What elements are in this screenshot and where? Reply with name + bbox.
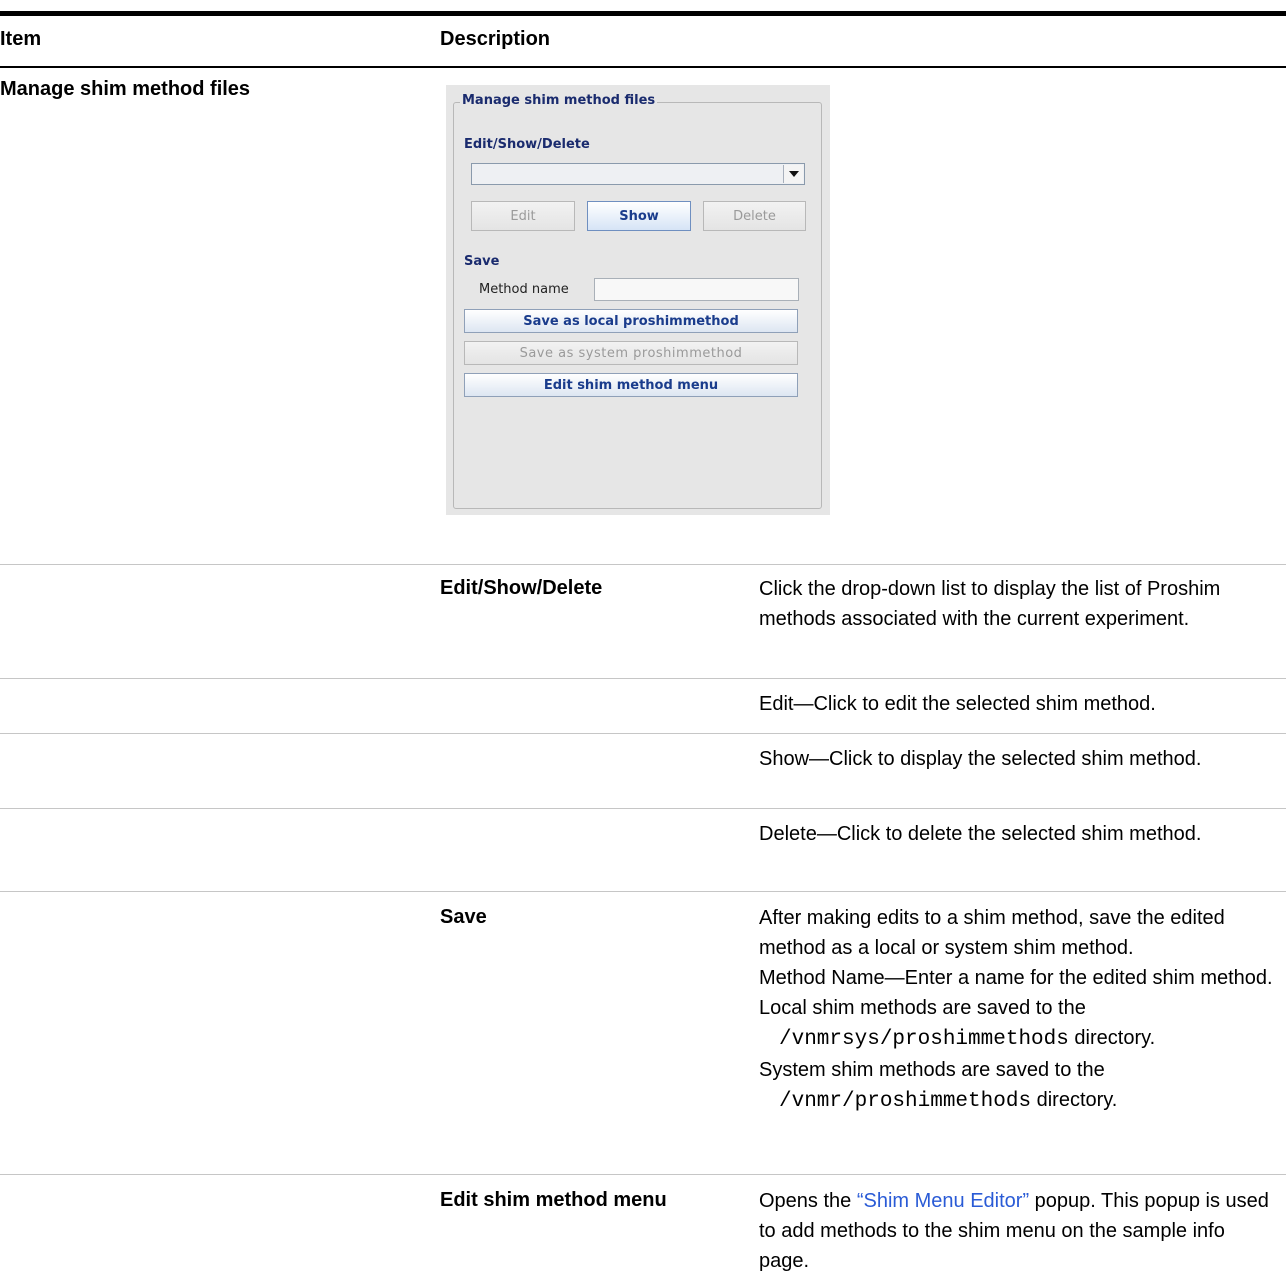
panel-fieldset: Edit/Show/Delete Edit Show Delete Save M…	[453, 102, 822, 509]
local-methods-desc: Local shim methods are saved to the	[759, 997, 1086, 1019]
edit-button[interactable]: Edit	[471, 201, 575, 231]
method-name-field[interactable]	[594, 278, 799, 301]
row-divider	[0, 1174, 1286, 1175]
column-header-item: Item	[0, 28, 42, 50]
column-header-description: Description	[440, 28, 551, 50]
save-local-button[interactable]: Save as local proshimmethod	[464, 309, 798, 333]
header-rule	[0, 66, 1286, 68]
row-desc-dropdown: Click the drop-down list to display the …	[759, 578, 1221, 630]
edit-show-delete-label: Edit/Show/Delete	[464, 137, 590, 152]
edit-menu-desc-pre: Opens the	[759, 1190, 857, 1212]
row-divider	[0, 564, 1286, 565]
row-divider	[0, 733, 1286, 734]
system-path-suffix: directory.	[1031, 1089, 1118, 1111]
save-desc-intro: After making edits to a shim method, sav…	[759, 907, 1225, 959]
system-path-line: /vnmr/proshimmethods directory.	[759, 1085, 1279, 1117]
save-label: Save	[464, 254, 500, 269]
row-divider	[0, 891, 1286, 892]
row-desc-edit: Edit—Click to edit the selected shim met…	[759, 693, 1156, 715]
row-divider	[0, 808, 1286, 809]
edit-shim-menu-button[interactable]: Edit shim method menu	[464, 373, 798, 397]
panel-legend: Manage shim method files	[460, 93, 658, 108]
local-path-suffix: directory.	[1068, 1027, 1156, 1049]
top-rule	[0, 11, 1286, 16]
system-methods-desc: System shim methods are saved to the	[759, 1059, 1105, 1081]
local-path-line: /vnmrsys/proshimmethods directory.	[759, 1023, 1279, 1055]
row-desc-show: Show—Click to display the selected shim …	[759, 748, 1202, 770]
local-path: /vnmrsys/proshimmethods	[779, 1028, 1069, 1051]
method-name-desc: Method Name—Enter a name for the edited …	[759, 967, 1273, 989]
row-desc-edit-menu: Opens the “Shim Menu Editor” popup. This…	[759, 1186, 1279, 1276]
row-label-edit-menu: Edit shim method menu	[440, 1189, 667, 1211]
show-button[interactable]: Show	[587, 201, 691, 231]
manage-shim-method-panel: Edit/Show/Delete Edit Show Delete Save M…	[446, 85, 830, 515]
row-desc-delete: Delete—Click to delete the selected shim…	[759, 823, 1202, 845]
row-label-save: Save	[440, 906, 487, 928]
row-label-edit-show-delete: Edit/Show/Delete	[440, 577, 603, 599]
chevron-down-icon[interactable]	[783, 165, 803, 183]
save-system-button[interactable]: Save as system proshimmethod	[464, 341, 798, 365]
method-dropdown[interactable]	[471, 163, 805, 185]
section-title: Manage shim method files	[0, 78, 251, 100]
method-name-label: Method name	[479, 282, 569, 297]
delete-button[interactable]: Delete	[703, 201, 806, 231]
document-page: Item Description Manage shim method file…	[0, 0, 1286, 1286]
row-divider	[0, 678, 1286, 679]
row-desc-save: After making edits to a shim method, sav…	[759, 903, 1279, 1117]
shim-menu-editor-link[interactable]: “Shim Menu Editor”	[857, 1190, 1029, 1212]
system-path: /vnmr/proshimmethods	[779, 1090, 1032, 1113]
